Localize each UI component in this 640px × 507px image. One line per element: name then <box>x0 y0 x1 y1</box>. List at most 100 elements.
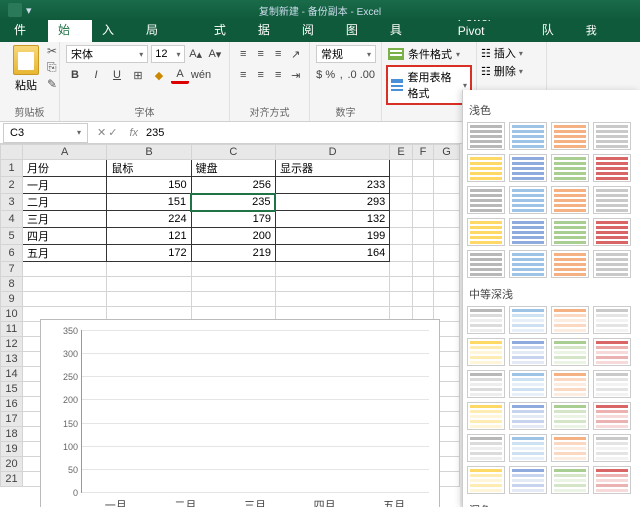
insert-cells-button[interactable]: ☷ 插入▾ <box>481 45 542 61</box>
table-style-option[interactable] <box>509 186 547 214</box>
row-header[interactable]: 8 <box>1 277 23 292</box>
align-left-icon[interactable]: ≡ <box>236 66 251 84</box>
cell[interactable] <box>412 245 433 262</box>
cell[interactable] <box>23 292 107 307</box>
cell[interactable] <box>433 262 459 277</box>
save-icon[interactable] <box>8 3 22 17</box>
table-style-option[interactable] <box>593 338 631 366</box>
table-style-option[interactable] <box>509 218 547 246</box>
cell[interactable] <box>390 211 413 228</box>
table-style-option[interactable] <box>467 218 505 246</box>
border-button[interactable]: ⊞ <box>129 66 147 84</box>
cell[interactable]: 键盘 <box>191 160 275 177</box>
row-header[interactable]: 10 <box>1 307 23 322</box>
cell[interactable] <box>390 177 413 194</box>
comma-icon[interactable]: , <box>338 66 344 84</box>
cell[interactable]: 224 <box>107 211 191 228</box>
cell[interactable]: 200 <box>191 228 275 245</box>
table-style-option[interactable] <box>509 434 547 462</box>
embedded-chart[interactable]: 050100150200250300350 一月二月三月四月五月 <box>40 319 440 507</box>
align-bot-icon[interactable]: ≡ <box>271 45 286 63</box>
cell[interactable] <box>390 292 413 307</box>
cancel-icon[interactable]: ✕ <box>97 126 106 139</box>
table-style-option[interactable] <box>509 338 547 366</box>
cell[interactable]: 233 <box>275 177 389 194</box>
cell[interactable]: 显示器 <box>275 160 389 177</box>
table-style-option[interactable] <box>467 434 505 462</box>
cell[interactable]: 150 <box>107 177 191 194</box>
cell[interactable] <box>433 277 459 292</box>
cell[interactable]: 164 <box>275 245 389 262</box>
cell[interactable] <box>390 277 413 292</box>
copy-icon[interactable]: ⎘ <box>47 60 57 75</box>
row-header[interactable]: 15 <box>1 382 23 397</box>
font-name-select[interactable]: 宋体▾ <box>66 45 148 63</box>
row-header[interactable]: 12 <box>1 337 23 352</box>
align-center-icon[interactable]: ≡ <box>254 66 269 84</box>
cell[interactable]: 五月 <box>23 245 107 262</box>
table-style-option[interactable] <box>551 434 589 462</box>
format-painter-icon[interactable]: ✎ <box>47 77 57 91</box>
table-style-option[interactable] <box>593 402 631 430</box>
cell[interactable] <box>433 245 459 262</box>
conditional-format-button[interactable]: 条件格式▾ <box>386 45 472 63</box>
cell[interactable]: 三月 <box>23 211 107 228</box>
cell[interactable] <box>107 292 191 307</box>
cell[interactable] <box>412 194 433 211</box>
table-style-option[interactable] <box>467 466 505 494</box>
cut-icon[interactable]: ✂ <box>47 44 57 58</box>
table-style-option[interactable] <box>509 306 547 334</box>
cell[interactable]: 月份 <box>23 160 107 177</box>
table-style-option[interactable] <box>593 434 631 462</box>
table-style-option[interactable] <box>509 154 547 182</box>
col-header[interactable]: E <box>390 145 413 160</box>
row-header[interactable]: 20 <box>1 457 23 472</box>
currency-icon[interactable]: $ <box>316 66 322 84</box>
cell[interactable]: 四月 <box>23 228 107 245</box>
cell[interactable] <box>390 262 413 277</box>
table-style-option[interactable] <box>509 370 547 398</box>
table-style-option[interactable] <box>509 250 547 278</box>
row-header[interactable]: 11 <box>1 322 23 337</box>
row-header[interactable]: 9 <box>1 292 23 307</box>
align-right-icon[interactable]: ≡ <box>271 66 286 84</box>
cell[interactable]: 121 <box>107 228 191 245</box>
col-header[interactable]: A <box>23 145 107 160</box>
table-style-option[interactable] <box>593 250 631 278</box>
row-header[interactable]: 6 <box>1 245 23 262</box>
table-style-option[interactable] <box>593 218 631 246</box>
cell[interactable] <box>412 262 433 277</box>
table-style-option[interactable] <box>467 154 505 182</box>
table-style-option[interactable] <box>593 466 631 494</box>
number-format-select[interactable]: 常规▾ <box>316 45 376 63</box>
cell[interactable] <box>433 228 459 245</box>
cell[interactable] <box>23 262 107 277</box>
font-size-select[interactable]: 12▾ <box>151 45 184 63</box>
cell[interactable] <box>412 177 433 194</box>
row-header[interactable]: 7 <box>1 262 23 277</box>
table-style-option[interactable] <box>551 466 589 494</box>
table-style-option[interactable] <box>551 154 589 182</box>
table-style-option[interactable] <box>551 402 589 430</box>
col-header[interactable]: B <box>107 145 191 160</box>
cell[interactable] <box>433 292 459 307</box>
enter-icon[interactable]: ✓ <box>108 126 117 139</box>
table-style-option[interactable] <box>509 402 547 430</box>
italic-button[interactable]: I <box>87 66 105 84</box>
cell[interactable]: 179 <box>191 211 275 228</box>
row-header[interactable]: 13 <box>1 352 23 367</box>
cell[interactable]: 151 <box>107 194 191 211</box>
table-format-button[interactable]: 套用表格格式▾ <box>386 65 472 105</box>
table-style-option[interactable] <box>467 186 505 214</box>
bold-button[interactable]: B <box>66 66 84 84</box>
row-header[interactable]: 18 <box>1 427 23 442</box>
table-style-option[interactable] <box>551 306 589 334</box>
col-header[interactable]: C <box>191 145 275 160</box>
row-header[interactable]: 14 <box>1 367 23 382</box>
cell[interactable] <box>191 262 275 277</box>
row-header[interactable]: 5 <box>1 228 23 245</box>
shrink-font-icon[interactable]: A▾ <box>207 45 223 63</box>
row-header[interactable]: 4 <box>1 211 23 228</box>
col-header[interactable]: G <box>433 145 459 160</box>
col-header[interactable]: F <box>412 145 433 160</box>
